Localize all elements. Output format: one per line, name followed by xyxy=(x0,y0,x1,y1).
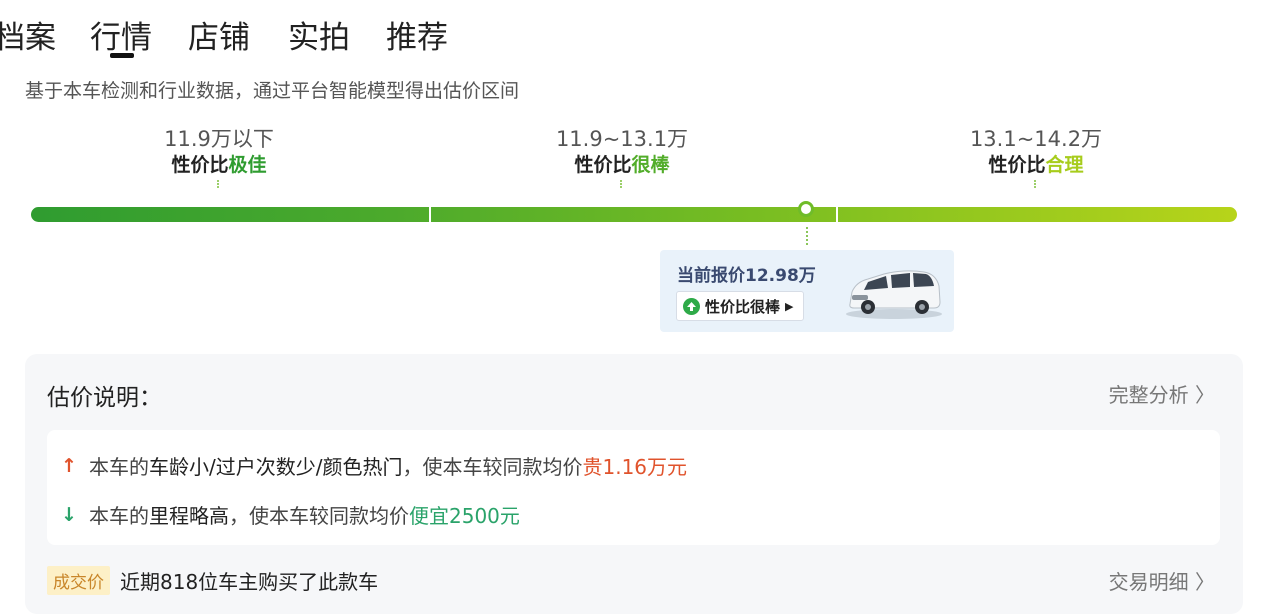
tab-store[interactable]: 店铺 xyxy=(188,12,250,57)
arrow-up-circle-icon xyxy=(683,297,700,315)
segment-rating: 性价比很棒 xyxy=(502,152,742,178)
reason-prefix: 本车的 xyxy=(89,504,149,528)
segment-dot xyxy=(217,180,221,188)
current-price-card: 当前报价12.98万 性价比很棒 ▶ xyxy=(660,250,954,332)
value-rating-button[interactable]: 性价比很棒 ▶ xyxy=(676,291,805,321)
deal-summary: 成交价 近期818位车主购买了此款车 xyxy=(47,566,378,595)
panel-title: 估价说明： xyxy=(47,385,162,411)
arrow-up-icon: ↑ xyxy=(61,454,77,477)
full-analysis-link[interactable]: 完整分析 〉 xyxy=(1109,379,1215,408)
current-price-text: 当前报价12.98万 xyxy=(677,266,816,286)
segment-range: 11.9~13.1万 xyxy=(555,127,689,151)
page-subtitle: 基于本车检测和行业数据，通过平台智能模型得出估价区间 xyxy=(25,80,520,102)
rating-prefix: 性价比 xyxy=(988,154,1046,176)
reason-price-down: ↓ 本车的 里程略高 ，使本车较同款均价 便宜2500元 xyxy=(61,500,520,529)
segment-rating: 性价比合理 xyxy=(916,152,1156,178)
deal-price-badge: 成交价 xyxy=(47,566,110,595)
reason-highlight: 里程略高 xyxy=(149,504,229,528)
arrow-down-icon: ↓ xyxy=(61,503,77,526)
play-right-icon: ▶ xyxy=(785,299,794,313)
car-image xyxy=(846,270,942,319)
reason-prefix: 本车的 xyxy=(89,455,149,479)
rating-word: 合理 xyxy=(1045,154,1084,176)
bar-divider xyxy=(836,207,838,222)
estimate-explanation-panel: 估价说明： 完整分析 〉 ↑ 本车的 车龄小/过户次数少/颜色热门 ，使本车较同款均… xyxy=(25,354,1243,614)
deal-summary-text: 近期818位车主购买了此款车 xyxy=(120,570,379,594)
tab-archive[interactable]: 档案 xyxy=(0,12,56,57)
reason-middle: ，使本车较同款均价 xyxy=(229,504,409,528)
segment-dot xyxy=(620,180,624,188)
segment-rating: 性价比极佳 xyxy=(99,152,339,178)
tab-recommend[interactable]: 推荐 xyxy=(386,12,448,57)
rating-word: 极佳 xyxy=(228,154,267,176)
current-price-marker xyxy=(798,201,814,217)
tab-photos[interactable]: 实拍 xyxy=(288,12,350,57)
value-rating-label: 性价比很棒 xyxy=(705,297,781,316)
tab-market[interactable]: 行情 xyxy=(90,12,152,57)
rating-prefix: 性价比 xyxy=(574,154,632,176)
bar-divider xyxy=(429,207,431,222)
reason-price-up: ↑ 本车的 车龄小/过户次数少/颜色热门 ，使本车较同款均价 贵1.16万元 xyxy=(61,451,687,480)
transaction-details-link[interactable]: 交易明细 〉 xyxy=(1109,566,1215,595)
reason-value: 贵1.16万元 xyxy=(582,455,688,479)
segment-range: 11.9万以下 xyxy=(164,127,274,151)
segment-range: 13.1~14.2万 xyxy=(969,127,1103,151)
rating-word: 很棒 xyxy=(631,154,670,176)
active-tab-indicator xyxy=(110,53,134,58)
price-reasons: ↑ 本车的 车龄小/过户次数少/颜色热门 ，使本车较同款均价 贵1.16万元 ↓ 本车… xyxy=(47,430,1220,545)
segment-reasonable: 13.1~14.2万 性价比合理 xyxy=(916,126,1156,188)
rating-prefix: 性价比 xyxy=(171,154,229,176)
reason-highlight: 车龄小/过户次数少/颜色热门 xyxy=(149,455,403,479)
reason-middle: ，使本车较同款均价 xyxy=(402,455,583,479)
segment-excellent: 11.9万以下 性价比极佳 xyxy=(99,126,339,188)
segment-dot xyxy=(1034,180,1038,188)
marker-stem xyxy=(806,227,808,245)
reason-value: 便宜2500元 xyxy=(409,504,520,528)
segment-great: 11.9~13.1万 性价比很棒 xyxy=(502,126,742,188)
price-range-bar xyxy=(31,201,1237,222)
